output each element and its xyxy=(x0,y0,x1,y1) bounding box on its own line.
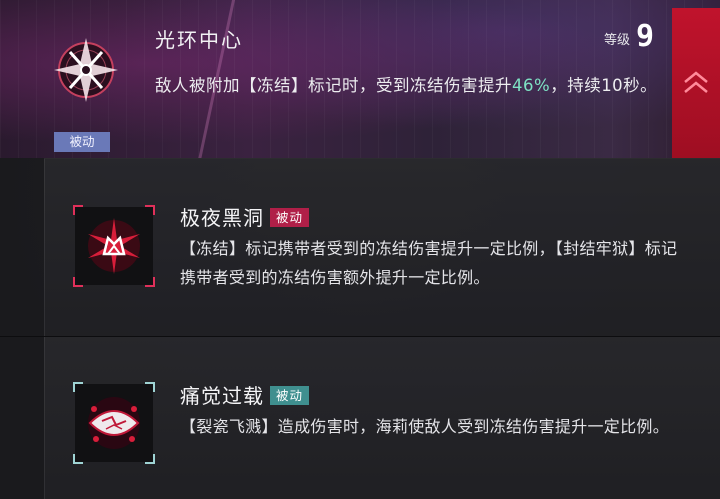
desc-text-2: ，持续10秒。 xyxy=(550,76,658,95)
cracked-eye-icon xyxy=(73,382,155,464)
skill-header-banner: 光环中心 等级 9 敌人被附加【冻结】标记时，受到冻结伤害提升46%，持续10秒… xyxy=(0,0,720,158)
crystal-burst-icon xyxy=(73,205,155,287)
skill-1-description: 【冻结】标记携带者受到的冻结伤害提升一定比例，【封结牢狱】标记携带者受到的冻结伤… xyxy=(180,239,678,287)
level-label: 等级 xyxy=(604,33,631,48)
skill-2-description: 【裂瓷飞溅】造成伤害时，海莉使敌人受到冻结伤害提升一定比例。 xyxy=(180,417,670,436)
skill-description: 敌人被附加【冻结】标记时，受到冻结伤害提升46%，持续10秒。 xyxy=(155,72,660,100)
expand-tab-button[interactable] xyxy=(672,8,720,158)
skill-1-header: 极夜黑洞 被动 xyxy=(180,202,310,231)
skill-2-passive-tag: 被动 xyxy=(270,386,310,405)
skill-2-name: 痛觉过载 xyxy=(180,384,264,408)
level-value: 9 xyxy=(636,19,655,54)
skill-1-passive-tag: 被动 xyxy=(270,208,310,227)
skill-title: 光环中心 xyxy=(155,28,243,52)
card-divider xyxy=(0,336,720,337)
skill-1-name: 极夜黑洞 xyxy=(180,206,264,230)
desc-text-1: 敌人被附加【冻结】标记时，受到冻结伤害提升 xyxy=(155,76,512,95)
passive-tag: 被动 xyxy=(54,132,110,152)
aura-core-icon xyxy=(48,26,124,110)
skill-level: 等级 9 xyxy=(604,22,654,52)
skill-2-header: 痛觉过载 被动 xyxy=(180,380,310,409)
desc-highlight-value: 46% xyxy=(512,76,551,95)
double-chevron-up-icon xyxy=(684,71,708,93)
